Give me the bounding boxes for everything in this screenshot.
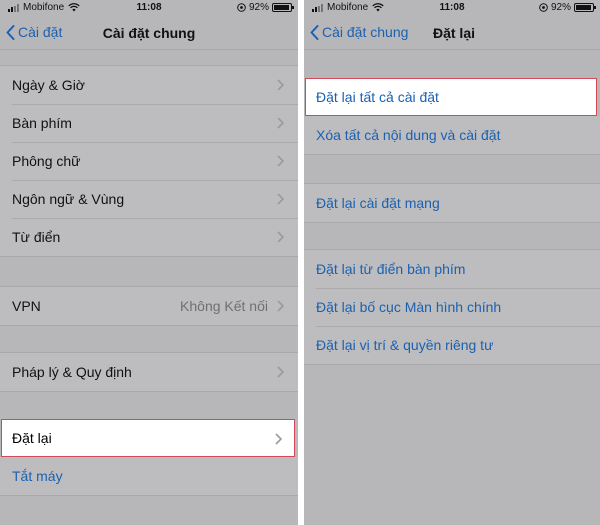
settings-row-fonts[interactable]: Phông chữ: [0, 142, 298, 180]
row-label: Đặt lại bố cục Màn hình chính: [316, 299, 502, 315]
chevron-right-icon: [277, 117, 284, 129]
row-label: Đặt lại: [12, 430, 52, 446]
settings-group-shutdown: Tắt máy: [0, 457, 298, 496]
reset-home-layout-button[interactable]: Đặt lại bố cục Màn hình chính: [304, 288, 600, 326]
row-label: Đặt lại vị trí & quyền riêng tư: [316, 337, 494, 353]
row-label: Phông chữ: [12, 153, 81, 169]
chevron-right-icon: [277, 231, 284, 243]
settings-row-shutdown[interactable]: Tắt máy: [0, 457, 298, 495]
general-settings-screen: Mobifone 11:08 92% Cài đặt Cài đặt chung…: [0, 0, 298, 525]
settings-group-general: Ngày & Giờ Bàn phím Phông chữ Ngôn ngữ &…: [0, 65, 298, 257]
back-button[interactable]: Cài đặt chung: [310, 24, 408, 40]
settings-row-reset[interactable]: Đặt lại: [1, 419, 295, 457]
row-label: Đặt lại cài đặt mạng: [316, 195, 440, 211]
chevron-right-icon: [277, 366, 284, 378]
row-label: VPN: [12, 298, 41, 314]
settings-group-legal: Pháp lý & Quy định: [0, 352, 298, 392]
row-label: Đặt lại từ điển bàn phím: [316, 261, 466, 277]
status-bar: Mobifone 11:08 92%: [304, 0, 600, 16]
chevron-right-icon: [277, 79, 284, 91]
navigation-bar: Cài đặt Cài đặt chung: [0, 16, 298, 50]
settings-row-date-time[interactable]: Ngày & Giờ: [0, 66, 298, 104]
settings-row-dictionary[interactable]: Từ điển: [0, 218, 298, 256]
row-label: Xóa tất cả nội dung và cài đặt: [316, 127, 501, 143]
row-label: Ngôn ngữ & Vùng: [12, 191, 125, 207]
reset-location-privacy-button[interactable]: Đặt lại vị trí & quyền riêng tư: [304, 326, 600, 364]
row-label: Ngày & Giờ: [12, 77, 85, 93]
settings-group-vpn: VPN Không Kết nối: [0, 286, 298, 326]
page-title: Cài đặt chung: [102, 25, 196, 41]
back-label: Cài đặt chung: [322, 24, 409, 40]
chevron-right-icon: [277, 300, 284, 312]
erase-all-content-button[interactable]: Xóa tất cả nội dung và cài đặt: [304, 116, 600, 154]
settings-row-vpn[interactable]: VPN Không Kết nối: [0, 287, 298, 325]
vpn-status: Không Kết nối: [180, 298, 268, 314]
status-right: 92%: [539, 2, 596, 13]
page-title: Đặt lại: [432, 25, 475, 41]
reset-group-content: Xóa tất cả nội dung và cài đặt: [304, 116, 600, 155]
reset-all-settings-button[interactable]: Đặt lại tất cả cài đặt: [305, 78, 597, 116]
settings-row-keyboard[interactable]: Bàn phím: [0, 104, 298, 142]
location-icon: [539, 3, 548, 12]
battery-percent: 92%: [550, 2, 571, 13]
reset-network-settings-button[interactable]: Đặt lại cài đặt mạng: [304, 184, 600, 222]
navigation-bar: Cài đặt chung Đặt lại: [304, 16, 600, 50]
chevron-right-icon: [275, 433, 282, 445]
row-label: Pháp lý & Quy định: [12, 364, 132, 380]
reset-group-other: Đặt lại từ điển bàn phím Đặt lại bố cục …: [304, 249, 600, 365]
back-chevron-icon: [310, 24, 319, 40]
reset-keyboard-dictionary-button[interactable]: Đặt lại từ điển bàn phím: [304, 250, 600, 288]
status-right: 92%: [237, 2, 294, 13]
reset-group-network: Đặt lại cài đặt mạng: [304, 183, 600, 223]
row-label: Từ điển: [12, 229, 61, 245]
settings-row-language-region[interactable]: Ngôn ngữ & Vùng: [0, 180, 298, 218]
settings-row-legal[interactable]: Pháp lý & Quy định: [0, 353, 298, 391]
battery-percent: 92%: [248, 2, 269, 13]
location-icon: [237, 3, 246, 12]
row-label: Đặt lại tất cả cài đặt: [316, 89, 439, 105]
row-label: Bàn phím: [12, 115, 72, 131]
battery-icon: [574, 3, 596, 12]
battery-icon: [272, 3, 294, 12]
chevron-right-icon: [277, 155, 284, 167]
status-bar: Mobifone 11:08 92%: [0, 0, 298, 16]
chevron-right-icon: [277, 193, 284, 205]
reset-screen: Mobifone 11:08 92% Cài đặt chung Đặt lại…: [304, 0, 600, 525]
shutdown-link[interactable]: Tắt máy: [12, 468, 63, 484]
